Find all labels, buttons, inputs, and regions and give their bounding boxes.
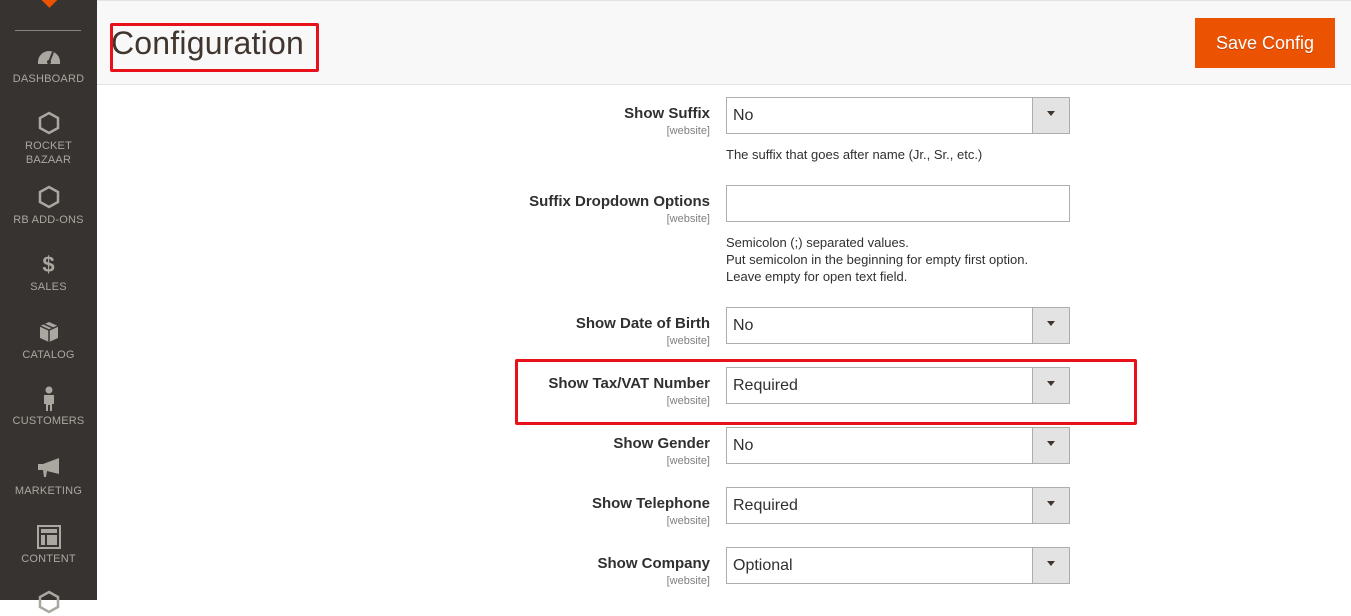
field-label: Show Telephone [website] [591,495,710,527]
megaphone-icon [0,456,97,482]
field-note: Semicolon (;) separated values. Put semi… [726,235,1029,284]
save-config-button[interactable]: Save Config [1195,18,1335,68]
box-icon [0,320,97,346]
sidebar-item-customers[interactable]: CUSTOMERS [0,386,97,428]
show-suffix-select[interactable]: No [726,97,1070,134]
sidebar-item-catalog[interactable]: CATALOG [0,320,97,362]
field-label: Suffix Dropdown Options [website] [529,193,710,225]
chevron-down-icon [1032,428,1069,463]
hexagon-icon [0,590,97,616]
hexagon-icon [0,111,97,137]
show-company-select[interactable]: Optional [726,547,1070,584]
hexagon-icon [0,185,97,211]
person-icon [0,386,97,412]
sidebar-item-content[interactable]: CONTENT [0,524,97,566]
suffix-dropdown-options-input[interactable] [726,185,1070,222]
field-label: Show Date of Birth [website] [575,315,710,347]
dollar-icon: $ [42,252,55,277]
sidebar-item-next[interactable] [0,590,97,616]
sidebar-item-dashboard[interactable]: DASHBOARD [0,44,97,86]
layout-icon [0,524,97,550]
title-highlight-box [110,23,319,72]
sidebar-divider [15,30,81,31]
show-gender-select[interactable]: No [726,427,1070,464]
field-label: Show Gender [website] [613,435,710,467]
field-note: The suffix that goes after name (Jr., Sr… [726,147,983,162]
sidebar-item-rb-add-ons[interactable]: RB ADD-ONS [0,185,97,227]
sidebar-item-rocket-bazaar[interactable]: ROCKET BAZAAR [0,111,97,167]
chevron-down-icon [1032,308,1069,343]
field-label: Show Tax/VAT Number [website] [548,375,710,407]
show-date-of-birth-select[interactable]: No [726,307,1070,344]
sidebar-item-sales[interactable]: $ SALES [0,252,97,294]
magento-logo[interactable] [38,0,58,8]
field-label: Show Suffix [website] [624,105,710,137]
page-header: Configuration Save Config [97,0,1351,85]
show-tax-vat-number-select[interactable]: Required [726,367,1070,404]
chevron-down-icon [1032,548,1069,583]
admin-sidebar: DASHBOARD ROCKET BAZAAR RB ADD-ONS $ SAL… [0,0,97,614]
chevron-down-icon [1032,98,1069,133]
chevron-down-icon [1032,488,1069,523]
chevron-down-icon [1032,368,1069,403]
show-telephone-select[interactable]: Required [726,487,1070,524]
sidebar-item-marketing[interactable]: MARKETING [0,456,97,498]
dashboard-icon [0,44,97,70]
field-label: Show Company [website] [597,555,710,587]
